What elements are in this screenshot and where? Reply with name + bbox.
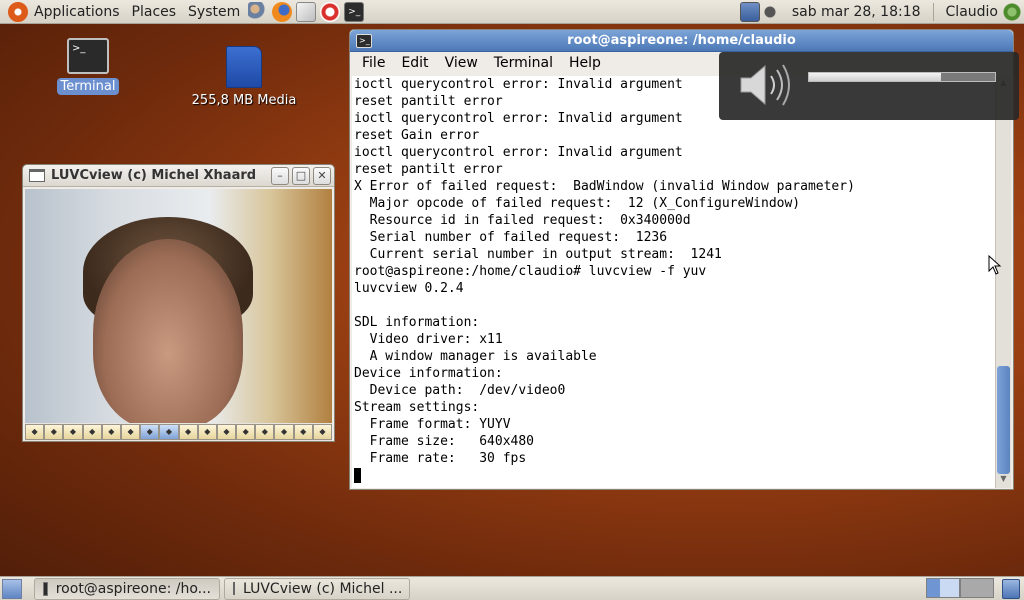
terminal-line: luvcview 0.2.4 (354, 281, 464, 296)
desktop-icon-label: 255,8 MB Media (191, 93, 297, 108)
text-cursor (354, 468, 361, 483)
luvc-toolbar-button[interactable]: ◆ (25, 424, 45, 440)
luvc-toolbar-button[interactable]: ◆ (255, 424, 275, 440)
luvc-toolbar-button[interactable]: ◆ (63, 424, 83, 440)
terminal-titlebar[interactable]: >_ root@aspireone: /home/claudio (350, 30, 1013, 52)
terminal-line: Frame rate: 30 fps (354, 451, 527, 466)
terminal-line: ioctl querycontrol error: Invalid argume… (354, 145, 683, 160)
luvc-toolbar-button[interactable]: ◆ (101, 424, 121, 440)
top-panel: Applications Places System >_ sab mar 28… (0, 0, 1024, 24)
terminal-line: Current serial number in output stream: … (354, 247, 722, 262)
panel-separator (932, 3, 934, 21)
menu-applications[interactable]: Applications (28, 0, 126, 24)
power-icon[interactable] (1002, 2, 1022, 22)
terminal-scrollbar[interactable]: ▲ ▼ (995, 76, 1011, 488)
luvc-toolbar-button[interactable]: ◆ (120, 424, 141, 440)
terminal-line: reset Gain error (354, 128, 480, 143)
luvc-toolbar-button[interactable]: ◆ (274, 424, 294, 440)
terminal-line: Stream settings: (354, 400, 480, 415)
mouse-pointer-icon (988, 255, 1002, 275)
task-terminal[interactable]: root@aspireone: /ho... (34, 577, 220, 600)
terminal-line: X Error of failed request: BadWindow (in… (354, 179, 855, 194)
show-desktop-icon[interactable] (2, 578, 22, 599)
terminal-line: SDL information: (354, 315, 480, 330)
network-icon[interactable] (739, 2, 760, 22)
terminal-line: Serial number of failed request: 1236 (354, 230, 668, 245)
menu-view[interactable]: View (437, 55, 486, 71)
firefox-icon[interactable] (272, 1, 293, 22)
clock[interactable]: sab mar 28, 18:18 (786, 0, 927, 24)
video-face (93, 239, 243, 423)
window-title: root@aspireone: /home/claudio (567, 33, 796, 48)
terminal-icon (43, 581, 48, 596)
desktop-icon-media[interactable]: 255,8 MB Media (186, 46, 302, 109)
task-label: root@aspireone: /ho... (55, 580, 211, 597)
sd-card-icon (226, 46, 262, 88)
close-button[interactable]: ✕ (313, 167, 331, 185)
scroll-down-arrow[interactable]: ▼ (996, 474, 1011, 486)
menu-file[interactable]: File (354, 55, 393, 71)
luvc-toolbar-button[interactable]: ◆ (293, 424, 313, 440)
workspace-1[interactable] (926, 578, 960, 598)
terminal-line: reset pantilt error (354, 162, 503, 177)
terminal-line: Device path: /dev/video0 (354, 383, 566, 398)
luvc-toolbar-button[interactable]: ◆ (236, 424, 256, 440)
menu-help[interactable]: Help (561, 55, 609, 71)
luvcview-titlebar[interactable]: LUVCview (c) Michel Xhaard – □ ✕ (23, 165, 334, 187)
terminal-line: Resource id in failed request: 0x340000d (354, 213, 691, 228)
terminal-line: Device information: (354, 366, 503, 381)
luvc-toolbar-button[interactable]: ◆ (312, 424, 332, 440)
workspace-2[interactable] (960, 578, 994, 598)
task-label: LUVCview (c) Michel ... (243, 580, 403, 597)
luvc-toolbar-button[interactable]: ◆ (197, 424, 217, 440)
system-tray: sab mar 28, 18:18 Claudio (738, 0, 1024, 24)
window-icon (233, 582, 235, 595)
maximize-button[interactable]: □ (292, 167, 310, 185)
luvc-toolbar-button[interactable]: ◆ (178, 424, 198, 440)
terminal-line: Frame size: 640x480 (354, 434, 535, 449)
help-icon[interactable] (320, 1, 341, 22)
menu-system[interactable]: System (182, 0, 246, 24)
window-icon (29, 169, 45, 182)
volume-level-fill (809, 73, 942, 81)
luvcview-toolbar: ◆ ◆ ◆ ◆ ◆ ◆ ◆ ◆ ◆ ◆ ◆ ◆ ◆ ◆ ◆ ◆ (25, 423, 332, 441)
desktop-icon-label: Terminal (56, 78, 120, 95)
minimize-button[interactable]: – (271, 167, 289, 185)
menu-places[interactable]: Places (126, 0, 183, 24)
volume-osd (719, 52, 1019, 120)
menu-terminal[interactable]: Terminal (486, 55, 561, 71)
menu-edit[interactable]: Edit (393, 55, 436, 71)
ubuntu-logo-icon[interactable] (8, 1, 28, 22)
luvc-toolbar-button[interactable]: ◆ (216, 424, 237, 440)
users-icon[interactable] (248, 1, 269, 22)
luvc-toolbar-button[interactable]: ◆ (44, 424, 64, 440)
trash-icon[interactable] (1002, 579, 1020, 599)
desktop-icon-terminal[interactable]: >_ Terminal (52, 38, 124, 95)
terminal-line: Frame format: YUYV (354, 417, 511, 432)
volume-icon[interactable] (763, 2, 784, 22)
terminal-line: Video driver: x11 (354, 332, 503, 347)
task-luvcview[interactable]: LUVCview (c) Michel ... (224, 577, 410, 600)
workspace-switcher (926, 578, 994, 598)
user-menu[interactable]: Claudio (940, 0, 1000, 24)
terminal-prompt-line (352, 467, 995, 484)
luvcview-window[interactable]: LUVCview (c) Michel Xhaard – □ ✕ ◆ ◆ ◆ ◆ ◆ ◆ ◆… (22, 164, 335, 442)
terminal-output[interactable]: ioctl querycontrol error: Invalid argume… (352, 76, 995, 488)
scroll-thumb[interactable] (997, 366, 1010, 474)
luvc-toolbar-button[interactable]: ◆ (159, 424, 179, 440)
mail-icon[interactable] (296, 1, 317, 22)
volume-level-bar (808, 72, 996, 82)
luvc-toolbar-button[interactable]: ◆ (140, 424, 160, 440)
terminal-launcher-icon[interactable]: >_ (344, 1, 365, 22)
terminal-line: root@aspireone:/home/claudio# luvcview -… (354, 264, 707, 279)
bottom-panel: root@aspireone: /ho... LUVCview (c) Mich… (0, 576, 1024, 600)
terminal-line: Major opcode of failed request: 12 (X_Co… (354, 196, 801, 211)
luvc-toolbar-button[interactable]: ◆ (82, 424, 102, 440)
terminal-line: A window manager is available (354, 349, 597, 364)
terminal-icon: >_ (67, 38, 109, 74)
webcam-video (25, 189, 332, 423)
window-title: LUVCview (c) Michel Xhaard (51, 168, 256, 183)
speaker-icon (740, 64, 790, 106)
